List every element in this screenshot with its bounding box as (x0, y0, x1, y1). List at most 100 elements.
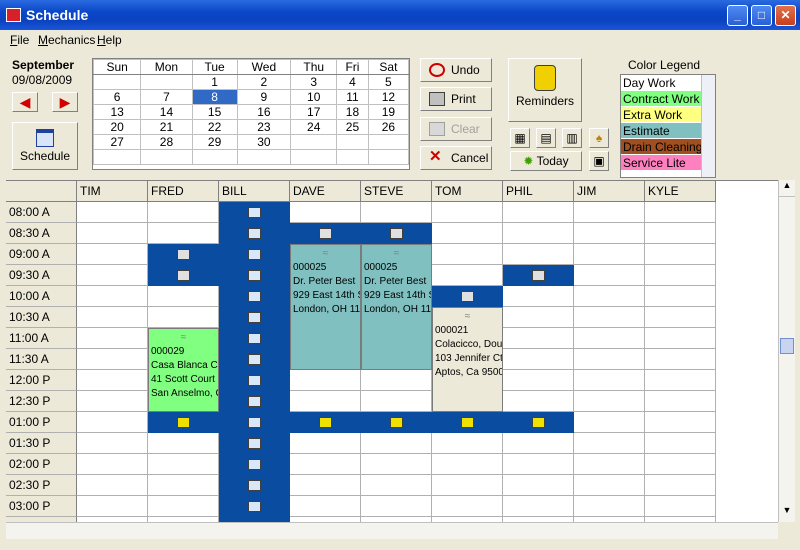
schedule-cell[interactable] (645, 202, 716, 223)
calendar-day[interactable]: 23 (236, 119, 292, 135)
schedule-cell[interactable] (574, 202, 645, 223)
schedule-cell[interactable] (645, 391, 716, 412)
schedule-cell[interactable] (361, 391, 432, 412)
schedule-cell[interactable] (77, 475, 148, 496)
schedule-cell[interactable] (361, 202, 432, 223)
schedule-cell[interactable] (290, 454, 361, 475)
schedule-cell[interactable] (77, 328, 148, 349)
month-view-button[interactable]: ▥ (562, 128, 582, 148)
mechanic-header-bill[interactable]: BILL (219, 181, 290, 202)
schedule-cell[interactable] (290, 475, 361, 496)
schedule-cell[interactable] (432, 475, 503, 496)
schedule-cell[interactable] (361, 496, 432, 517)
schedule-cell[interactable] (148, 454, 219, 475)
calendar-day[interactable]: 15 (191, 104, 238, 120)
schedule-cell[interactable] (432, 433, 503, 454)
schedule-cell[interactable] (645, 244, 716, 265)
calendar-day[interactable]: 11 (336, 89, 369, 105)
schedule-cell[interactable] (432, 223, 503, 244)
resize-handle-icon[interactable]: ≈ (364, 247, 429, 261)
mechanic-header-tim[interactable]: TIM (77, 181, 148, 202)
clear-button[interactable]: Clear (420, 117, 492, 141)
schedule-cell[interactable] (503, 286, 574, 307)
cancel-button[interactable]: ✕ Cancel (420, 146, 492, 170)
calendar-day[interactable]: 9 (236, 89, 292, 105)
undo-button[interactable]: Undo (420, 58, 492, 82)
appointment-tom[interactable]: ≈000021 Colacicco, Doug 103 Jennifer Ct. Ap… (432, 307, 503, 412)
schedule-cell[interactable] (503, 328, 574, 349)
calendar-day[interactable]: 21 (140, 119, 193, 135)
grid-vertical-scrollbar[interactable]: ▲ ▼ (778, 180, 795, 522)
menu-mechanics[interactable]: Mechanics (38, 33, 95, 47)
schedule-cell[interactable] (77, 391, 148, 412)
schedule-cell[interactable] (361, 433, 432, 454)
schedule-cell[interactable] (503, 454, 574, 475)
reminders-button[interactable]: Reminders (508, 58, 582, 122)
grid-horizontal-scrollbar[interactable] (6, 522, 778, 539)
calendar-day[interactable]: 18 (336, 104, 369, 120)
schedule-cell[interactable] (574, 286, 645, 307)
mechanic-header-jim[interactable]: JIM (574, 181, 645, 202)
menu-help[interactable]: Help (97, 33, 122, 47)
schedule-cell[interactable] (574, 370, 645, 391)
calendar-day[interactable]: 30 (236, 134, 292, 150)
schedule-cell[interactable] (77, 370, 148, 391)
calendar-day[interactable]: 8 (191, 89, 238, 105)
schedule-cell[interactable] (77, 223, 148, 244)
schedule-cell[interactable] (148, 307, 219, 328)
print-button[interactable]: Print (420, 87, 492, 111)
schedule-cell[interactable] (361, 370, 432, 391)
schedule-cell[interactable] (432, 244, 503, 265)
schedule-cell[interactable] (574, 328, 645, 349)
appointment-dave[interactable]: ≈000025 Dr. Peter Best 929 East 14th St Lon… (290, 244, 361, 370)
schedule-cell[interactable] (574, 223, 645, 244)
schedule-cell[interactable] (432, 202, 503, 223)
schedule-cell[interactable] (574, 391, 645, 412)
schedule-cell[interactable] (77, 202, 148, 223)
schedule-cell[interactable] (645, 265, 716, 286)
scroll-down-arrow[interactable]: ▼ (779, 505, 795, 522)
schedule-cell[interactable] (645, 412, 716, 433)
schedule-cell[interactable] (503, 391, 574, 412)
appointment-fred[interactable]: ≈000029 Casa Blanca Ca 41 Scott Court San A… (148, 328, 219, 412)
scroll-up-arrow[interactable]: ▲ (779, 180, 795, 197)
schedule-cell[interactable] (574, 433, 645, 454)
schedule-cell[interactable] (77, 307, 148, 328)
calendar-day[interactable]: 6 (92, 89, 142, 105)
schedule-cell[interactable] (290, 496, 361, 517)
schedule-cell[interactable] (645, 454, 716, 475)
schedule-cell[interactable] (503, 202, 574, 223)
schedule-cell[interactable] (503, 244, 574, 265)
color-legend-list[interactable]: Day Work Contract Work Extra Work Estimate D… (620, 74, 716, 178)
calendar-day[interactable]: 16 (236, 104, 292, 120)
schedule-cell[interactable] (77, 496, 148, 517)
schedule-cell[interactable] (77, 412, 148, 433)
minimize-button[interactable]: _ (727, 5, 748, 26)
maximize-button[interactable]: □ (751, 5, 772, 26)
schedule-cell[interactable] (645, 223, 716, 244)
schedule-cell[interactable] (290, 370, 361, 391)
schedule-cell[interactable] (77, 349, 148, 370)
schedule-cell[interactable] (645, 475, 716, 496)
calendar-day[interactable]: 19 (367, 104, 410, 120)
schedule-cell[interactable] (77, 454, 148, 475)
schedule-cell[interactable] (645, 307, 716, 328)
resize-handle-icon[interactable]: ≈ (151, 331, 216, 345)
calendar-day[interactable]: 27 (92, 134, 142, 150)
schedule-cell[interactable] (77, 286, 148, 307)
mechanic-header-tom[interactable]: TOM (432, 181, 503, 202)
mechanic-header-dave[interactable]: DAVE (290, 181, 361, 202)
schedule-cell[interactable] (432, 454, 503, 475)
schedule-cell[interactable] (361, 454, 432, 475)
calendar-day[interactable]: 3 (290, 74, 338, 90)
schedule-cell[interactable] (148, 496, 219, 517)
schedule-cell[interactable] (77, 433, 148, 454)
calendar-day[interactable]: 7 (140, 89, 193, 105)
calendar-day[interactable]: 24 (290, 119, 338, 135)
schedule-cell[interactable] (148, 286, 219, 307)
calendar-day[interactable]: 25 (336, 119, 369, 135)
resize-handle-icon[interactable]: ≈ (293, 247, 358, 261)
schedule-cell[interactable] (503, 307, 574, 328)
today-button[interactable]: ✹ Today (510, 151, 582, 171)
schedule-cell[interactable] (574, 244, 645, 265)
